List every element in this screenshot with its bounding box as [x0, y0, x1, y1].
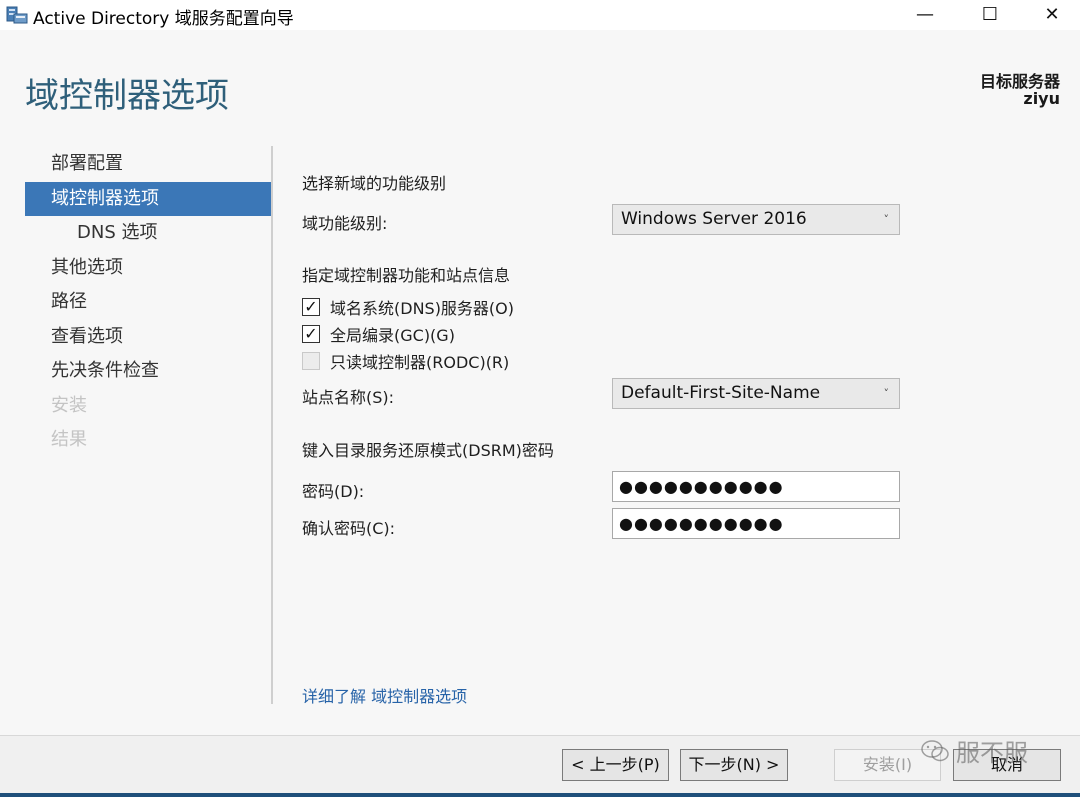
chevron-down-icon: ˅ — [883, 387, 890, 400]
domain-level-label: 域功能级别: — [302, 214, 388, 233]
capabilities-section: 指定域控制器功能和站点信息 — [302, 266, 511, 285]
nav-item-installation: 安装 — [51, 394, 87, 416]
domain-level-value: Windows Server 2016 — [621, 209, 807, 229]
confirm-password-input[interactable]: ●●●●●●●●●●● — [612, 508, 900, 539]
window-title-bar: Active Directory 域服务配置向导 — ☐ ✕ — [0, 0, 1080, 30]
minimize-button[interactable]: — — [895, 0, 955, 28]
dsrm-section: 键入目录服务还原模式(DSRM)密码 — [302, 441, 554, 460]
watermark-text: 服不服 — [956, 739, 1028, 767]
nav-item-paths[interactable]: 路径 — [25, 285, 271, 320]
dns-server-checkbox[interactable]: ✓ — [302, 298, 320, 316]
watermark: 服不服 — [920, 733, 1028, 768]
page-title: 域控制器选项 — [25, 76, 229, 116]
nav-item-review-options[interactable]: 查看选项 — [25, 320, 271, 355]
rodc-option: 只读域控制器(RODC)(R) — [302, 349, 509, 373]
server-wizard-icon — [6, 6, 28, 24]
nav-item-additional-options[interactable]: 其他选项 — [25, 251, 271, 286]
target-server-name: ziyu — [1023, 89, 1060, 108]
nav-item-prerequisites[interactable]: 先决条件检查 — [25, 354, 271, 389]
nav-divider — [271, 146, 273, 704]
global-catalog-checkbox[interactable]: ✓ — [302, 325, 320, 343]
nav-item-dc-options[interactable]: 域控制器选项 — [25, 181, 271, 216]
nav-item-deployment-config[interactable]: 部署配置 — [25, 147, 271, 182]
dns-server-label: 域名系统(DNS)服务器(O) — [330, 299, 515, 318]
rodc-label: 只读域控制器(RODC)(R) — [330, 353, 510, 372]
learn-more-link[interactable]: 详细了解 域控制器选项 — [302, 683, 467, 707]
global-catalog-option[interactable]: ✓ 全局编录(GC)(G) — [302, 322, 455, 346]
wechat-icon — [921, 739, 949, 761]
wizard-nav: 部署配置 域控制器选项 DNS 选项 其他选项 路径 查看选项 先决条件检查 安… — [25, 147, 271, 458]
nav-item-results: 结果 — [51, 429, 87, 450]
taskbar-edge — [0, 793, 1080, 797]
next-button[interactable]: 下一步(N) > — [680, 749, 788, 781]
chevron-down-icon: ˅ — [883, 213, 890, 226]
maximize-button[interactable]: ☐ — [960, 0, 1020, 28]
password-label: 密码(D): — [302, 482, 365, 501]
previous-button[interactable]: < 上一步(P) — [562, 749, 669, 781]
domain-level-select[interactable]: Windows Server 2016 ˅ — [612, 204, 900, 235]
site-name-value: Default-First-Site-Name — [621, 383, 821, 403]
nav-item-dns-options[interactable]: DNS 选项 — [25, 216, 271, 251]
dns-server-option[interactable]: ✓ 域名系统(DNS)服务器(O) — [302, 295, 514, 319]
site-name-label: 站点名称(S): — [302, 388, 395, 407]
close-icon: ✕ — [1044, 3, 1060, 25]
global-catalog-label: 全局编录(GC)(G) — [330, 326, 455, 345]
window-title: Active Directory 域服务配置向导 — [33, 9, 294, 29]
rodc-checkbox — [302, 352, 320, 370]
close-button[interactable]: ✕ — [1022, 0, 1080, 28]
minimize-icon: — — [916, 3, 934, 25]
maximize-icon: ☐ — [981, 3, 999, 25]
functional-level-section: 选择新域的功能级别 — [302, 174, 447, 193]
confirm-password-label: 确认密码(C): — [302, 519, 396, 538]
password-input[interactable]: ●●●●●●●●●●● — [612, 471, 900, 502]
site-name-select[interactable]: Default-First-Site-Name ˅ — [612, 378, 900, 409]
